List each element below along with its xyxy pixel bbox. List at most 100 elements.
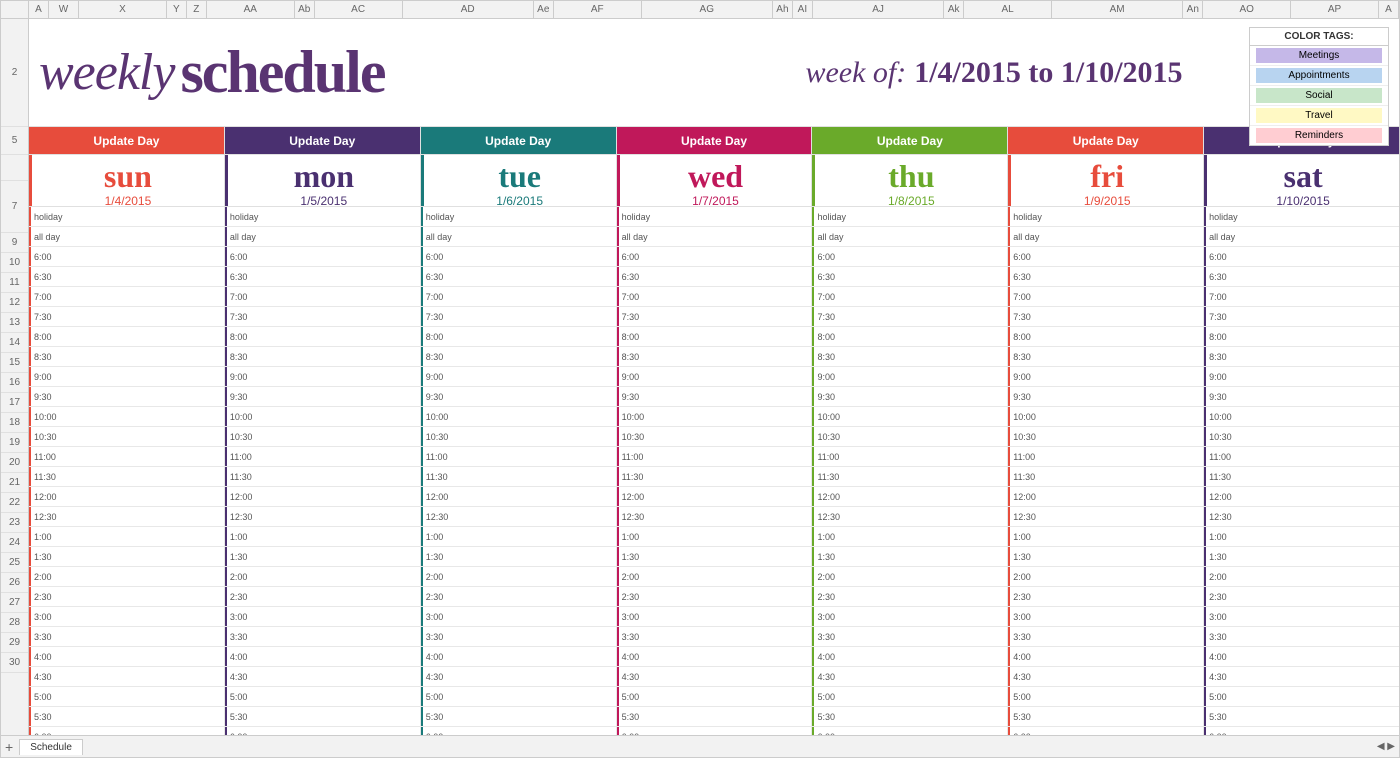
time-cell[interactable]: 8:30 xyxy=(421,347,617,366)
time-cell[interactable]: 5:30 xyxy=(617,707,813,726)
time-cell[interactable]: 10:30 xyxy=(617,427,813,446)
time-cell[interactable]: all day xyxy=(617,227,813,246)
time-cell[interactable]: 5:00 xyxy=(812,687,1008,706)
time-cell[interactable]: 12:00 xyxy=(812,487,1008,506)
time-cell[interactable]: 1:00 xyxy=(812,527,1008,546)
update-day-tue-btn[interactable]: Update Day xyxy=(421,127,616,154)
update-day-fri-btn[interactable]: Update Day xyxy=(1008,127,1203,154)
time-cell[interactable]: 6:00 xyxy=(1204,247,1399,266)
time-cell[interactable]: 8:00 xyxy=(812,327,1008,346)
time-cell[interactable]: 1:00 xyxy=(617,527,813,546)
time-cell[interactable]: 9:00 xyxy=(1008,367,1204,386)
time-cell[interactable]: 2:30 xyxy=(617,587,813,606)
time-cell[interactable]: 1:00 xyxy=(1008,527,1204,546)
time-cell[interactable]: 6:00 xyxy=(1008,247,1204,266)
time-cell[interactable]: 7:30 xyxy=(421,307,617,326)
time-cell[interactable]: 1:30 xyxy=(1008,547,1204,566)
time-cell[interactable]: holiday xyxy=(421,207,617,226)
time-cell[interactable]: 2:00 xyxy=(1008,567,1204,586)
time-cell[interactable]: 9:30 xyxy=(1008,387,1204,406)
time-cell[interactable]: 4:30 xyxy=(1008,667,1204,686)
time-cell[interactable]: 11:30 xyxy=(617,467,813,486)
time-cell[interactable]: 8:00 xyxy=(421,327,617,346)
time-cell[interactable]: 2:00 xyxy=(225,567,421,586)
time-cell[interactable]: 7:00 xyxy=(1204,287,1399,306)
time-cell[interactable]: 9:00 xyxy=(29,367,225,386)
time-cell[interactable]: 6:00 xyxy=(1204,727,1399,735)
time-cell[interactable]: 1:30 xyxy=(29,547,225,566)
time-cell[interactable]: 6:00 xyxy=(29,727,225,735)
time-cell[interactable]: 6:30 xyxy=(225,267,421,286)
time-cell[interactable]: 7:00 xyxy=(617,287,813,306)
time-cell[interactable]: 6:30 xyxy=(617,267,813,286)
time-cell[interactable]: 4:00 xyxy=(812,647,1008,666)
time-cell[interactable]: 12:00 xyxy=(1008,487,1204,506)
time-cell[interactable]: 8:30 xyxy=(1204,347,1399,366)
time-cell[interactable]: 11:30 xyxy=(812,467,1008,486)
time-cell[interactable]: all day xyxy=(29,227,225,246)
time-cell[interactable]: 3:00 xyxy=(617,607,813,626)
update-day-thu[interactable]: Update Day xyxy=(812,127,1008,154)
time-cell[interactable]: 11:30 xyxy=(225,467,421,486)
time-cell[interactable]: 11:00 xyxy=(812,447,1008,466)
time-cell[interactable]: holiday xyxy=(812,207,1008,226)
time-cell[interactable]: 10:30 xyxy=(1008,427,1204,446)
time-cell[interactable]: 8:30 xyxy=(812,347,1008,366)
time-cell[interactable]: 4:00 xyxy=(421,647,617,666)
time-cell[interactable]: 11:00 xyxy=(617,447,813,466)
time-cell[interactable]: 10:30 xyxy=(812,427,1008,446)
time-cell[interactable]: 6:00 xyxy=(617,247,813,266)
time-cell[interactable]: 8:30 xyxy=(617,347,813,366)
time-cell[interactable]: 2:00 xyxy=(617,567,813,586)
time-cell[interactable]: 4:30 xyxy=(29,667,225,686)
time-cell[interactable]: 4:00 xyxy=(29,647,225,666)
time-cell[interactable]: 6:00 xyxy=(617,727,813,735)
time-cell[interactable]: 2:00 xyxy=(812,567,1008,586)
update-day-mon[interactable]: Update Day xyxy=(225,127,421,154)
time-cell[interactable]: all day xyxy=(1008,227,1204,246)
time-cell[interactable]: 6:00 xyxy=(1008,727,1204,735)
time-cell[interactable]: 3:30 xyxy=(29,627,225,646)
time-cell[interactable]: holiday xyxy=(225,207,421,226)
time-cell[interactable]: 10:30 xyxy=(421,427,617,446)
time-cell[interactable]: 7:30 xyxy=(617,307,813,326)
time-cell[interactable]: 4:00 xyxy=(225,647,421,666)
time-cell[interactable]: 5:00 xyxy=(421,687,617,706)
time-cell[interactable]: 9:30 xyxy=(421,387,617,406)
time-cell[interactable]: 4:00 xyxy=(1204,647,1399,666)
time-cell[interactable]: holiday xyxy=(1008,207,1204,226)
time-cell[interactable]: 11:30 xyxy=(1008,467,1204,486)
time-cell[interactable]: 5:30 xyxy=(421,707,617,726)
time-cell[interactable]: 8:00 xyxy=(617,327,813,346)
time-cell[interactable]: holiday xyxy=(1204,207,1399,226)
time-cell[interactable]: 2:30 xyxy=(1204,587,1399,606)
time-cell[interactable]: 5:30 xyxy=(1204,707,1399,726)
time-cell[interactable]: 3:00 xyxy=(421,607,617,626)
time-cell[interactable]: 6:00 xyxy=(225,247,421,266)
time-cell[interactable]: 5:30 xyxy=(225,707,421,726)
time-cell[interactable]: 11:30 xyxy=(1204,467,1399,486)
time-cell[interactable]: 6:30 xyxy=(812,267,1008,286)
time-cell[interactable]: 9:30 xyxy=(1204,387,1399,406)
time-cell[interactable]: 12:30 xyxy=(1008,507,1204,526)
time-cell[interactable]: 3:00 xyxy=(812,607,1008,626)
time-cell[interactable]: 5:00 xyxy=(29,687,225,706)
time-cell[interactable]: 11:00 xyxy=(29,447,225,466)
time-cell[interactable]: 8:00 xyxy=(29,327,225,346)
time-cell[interactable]: 11:00 xyxy=(1008,447,1204,466)
time-cell[interactable]: 9:00 xyxy=(812,367,1008,386)
time-cell[interactable]: 7:00 xyxy=(421,287,617,306)
time-cell[interactable]: 12:00 xyxy=(1204,487,1399,506)
time-cell[interactable]: 3:30 xyxy=(1204,627,1399,646)
time-cell[interactable]: 11:00 xyxy=(225,447,421,466)
time-cell[interactable]: 6:00 xyxy=(225,727,421,735)
add-sheet-button[interactable]: + xyxy=(5,739,13,755)
time-cell[interactable]: 5:00 xyxy=(617,687,813,706)
time-cell[interactable]: 5:00 xyxy=(1008,687,1204,706)
time-cell[interactable]: 9:00 xyxy=(225,367,421,386)
time-cell[interactable]: 10:00 xyxy=(29,407,225,426)
update-day-fri[interactable]: Update Day xyxy=(1008,127,1204,154)
time-cell[interactable]: 10:00 xyxy=(421,407,617,426)
time-cell[interactable]: 2:00 xyxy=(29,567,225,586)
time-cell[interactable]: 7:00 xyxy=(225,287,421,306)
